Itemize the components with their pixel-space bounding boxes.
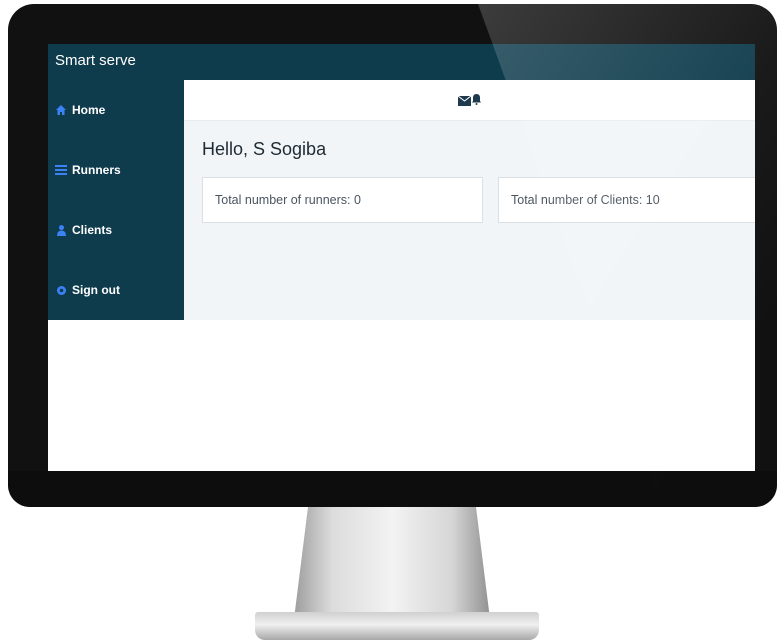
- runners-count-card: Total number of runners: 0: [202, 177, 483, 223]
- app-title: Smart serve: [55, 52, 136, 69]
- sidebar-item-runners[interactable]: Runners: [48, 150, 184, 190]
- sidebar-item-sign-out[interactable]: Sign out: [48, 270, 184, 310]
- monitor-stand-foot: [255, 612, 539, 640]
- monitor-stand-neck: [294, 507, 490, 619]
- envelope-icon[interactable]: [457, 93, 472, 111]
- page-title: Hello, S Sogiba: [202, 139, 327, 159]
- main-content: Hello, S Sogiba Total number of runners:…: [184, 121, 755, 320]
- card-text: Total number of Clients: 10: [511, 193, 660, 207]
- sidebar-item-clients[interactable]: Clients: [48, 210, 184, 250]
- monitor-chin: [8, 471, 777, 507]
- clients-count-card: Total number of Clients: 10: [498, 177, 755, 223]
- monitor-bezel: Smart serve Home Runners Clients Sign ou…: [8, 4, 777, 507]
- card-text: Total number of runners: 0: [215, 193, 361, 207]
- sidebar-item-home[interactable]: Home: [48, 90, 184, 130]
- gear-icon: [50, 285, 72, 296]
- sidebar-item-label: Runners: [72, 163, 121, 177]
- content-header: [184, 80, 755, 121]
- user-icon: [50, 224, 72, 236]
- bell-icon[interactable]: [472, 92, 481, 110]
- screen: Smart serve Home Runners Clients Sign ou…: [48, 44, 755, 471]
- list-icon: [50, 165, 72, 175]
- home-icon: [50, 105, 72, 115]
- sidebar: Home Runners Clients Sign out: [48, 80, 184, 320]
- sidebar-item-label: Clients: [72, 223, 113, 237]
- top-bar: Smart serve: [48, 44, 755, 80]
- sidebar-item-label: Home: [72, 103, 106, 117]
- sidebar-item-label: Sign out: [72, 283, 120, 297]
